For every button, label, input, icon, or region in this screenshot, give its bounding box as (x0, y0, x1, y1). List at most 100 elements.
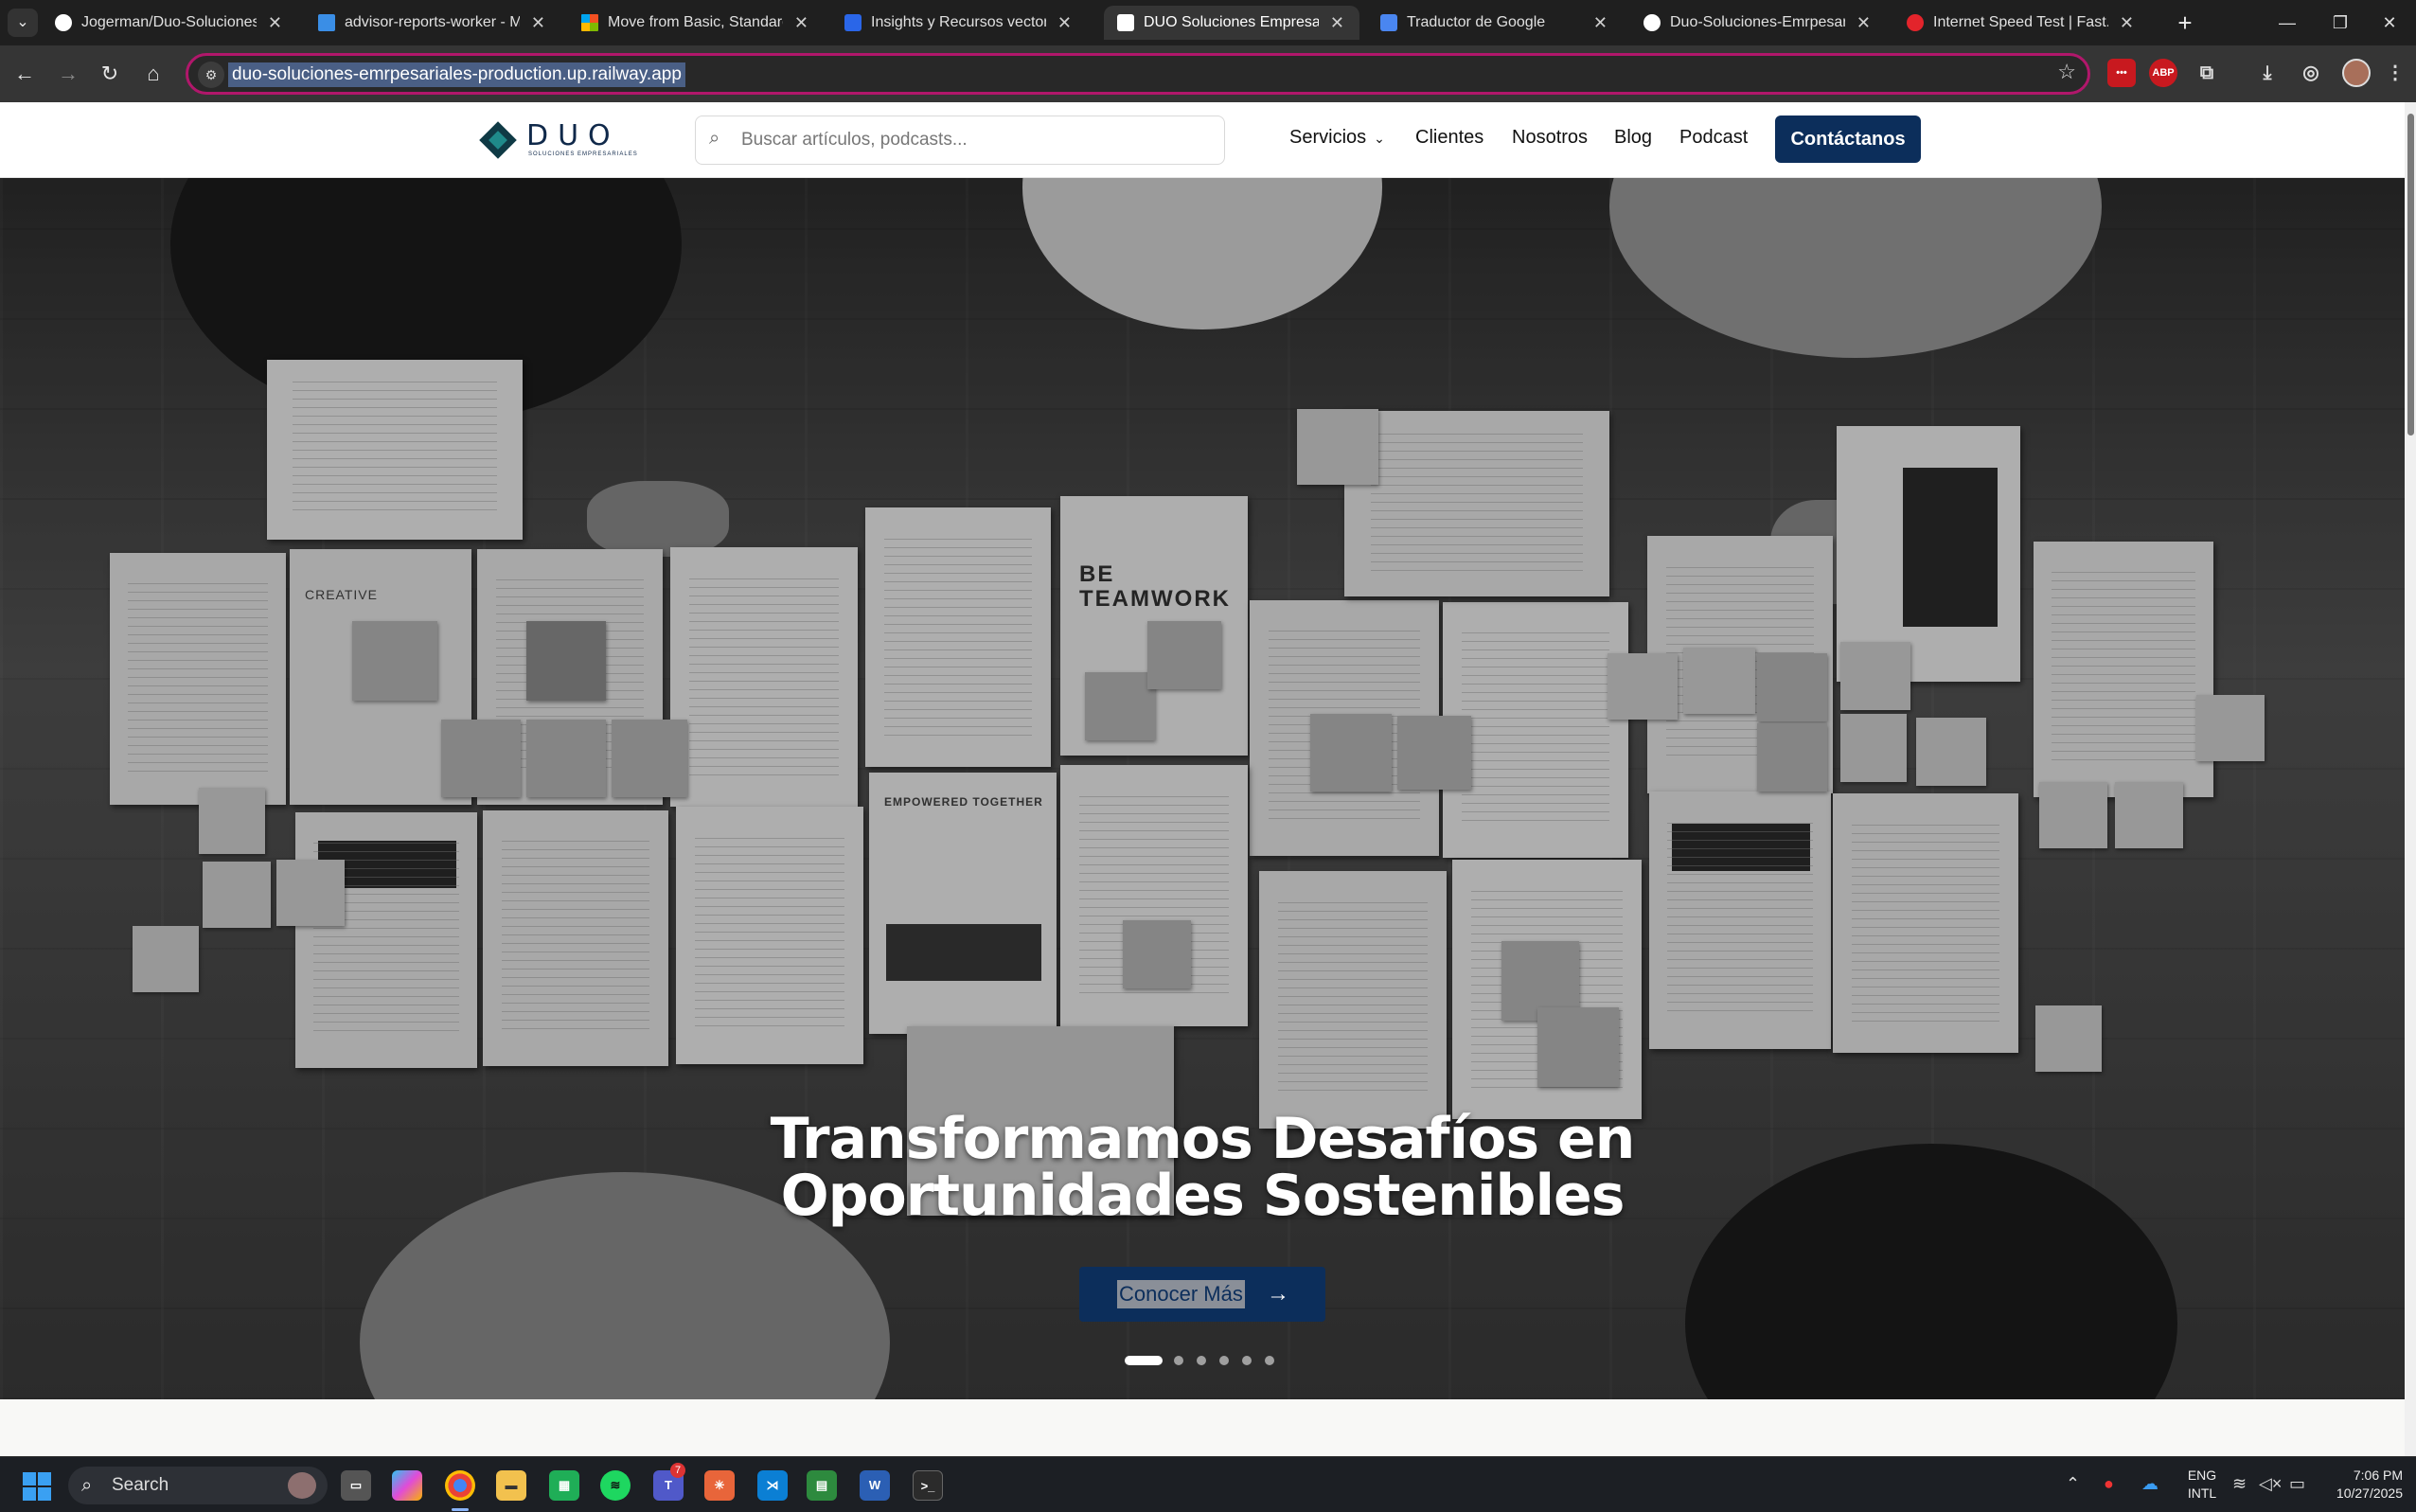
tab-advisor-reports[interactable]: advisor-reports-worker - Mic ✕ (305, 6, 560, 40)
tab-insights-recursos[interactable]: Insights y Recursos vectors, p ✕ (831, 6, 1087, 40)
carousel-dot-6[interactable] (1265, 1356, 1274, 1365)
task-view-icon[interactable]: ▭ (341, 1470, 371, 1501)
volume-muted-icon[interactable]: ◁× (2259, 1474, 2282, 1494)
browser-tab-strip: ⌄ Jogerman/Duo-Soluciones-E ✕ advisor-re… (0, 0, 2416, 45)
duo-logo-subtitle: SOLUCIONES EMPRESARIALES (528, 151, 638, 157)
sheets-icon[interactable]: ▤ (807, 1470, 837, 1501)
close-icon[interactable]: ✕ (1593, 6, 1608, 40)
spotify-icon[interactable]: ≋ (600, 1470, 631, 1501)
restore-button[interactable]: ❐ (2314, 0, 2367, 45)
site-info-icon[interactable]: ⚙ (198, 62, 224, 88)
taskbar-clock[interactable]: 7:06 PM 10/27/2025 (2318, 1467, 2403, 1503)
onedrive-icon[interactable]: ☁ (2141, 1474, 2158, 1494)
minimize-button[interactable]: — (2261, 0, 2314, 45)
tab-move-from-basic[interactable]: Move from Basic, Standard, F ✕ (568, 6, 824, 40)
taskbar-search-label: Search (112, 1475, 169, 1495)
close-icon[interactable]: ✕ (1057, 6, 1072, 40)
chevron-down-icon: ⌄ (1374, 131, 1385, 146)
address-bar[interactable]: ⚙ duo-soluciones-emrpesariales-productio… (186, 53, 2090, 95)
nav-nosotros[interactable]: Nosotros (1512, 127, 1588, 149)
tab-fast-com[interactable]: Internet Speed Test | Fast.com ✕ (1893, 6, 2149, 40)
windows-start-icon[interactable] (23, 1472, 51, 1501)
tab-traductor[interactable]: Traductor de Google ✕ (1367, 6, 1623, 40)
back-button[interactable]: ← (9, 59, 40, 89)
search-icon: ⌕ (81, 1475, 93, 1496)
performance-icon[interactable]: ◎ (2297, 59, 2325, 87)
language-indicator[interactable]: ENG INTL (2183, 1467, 2221, 1503)
nav-blog[interactable]: Blog (1614, 127, 1652, 149)
carousel-dot-3[interactable] (1197, 1356, 1206, 1365)
close-icon[interactable]: ✕ (531, 6, 545, 40)
language-line-1: ENG (2187, 1468, 2217, 1483)
search-input[interactable] (741, 116, 1215, 164)
close-window-button[interactable]: ✕ (2363, 0, 2416, 45)
chrome-icon[interactable] (445, 1470, 475, 1501)
close-icon[interactable]: ✕ (2120, 6, 2134, 40)
excel-like-icon[interactable]: ▦ (549, 1470, 579, 1501)
hero-title-line-2: Oportunidades Sostenibles (780, 1163, 1625, 1229)
carousel-dot-2[interactable] (1174, 1356, 1183, 1365)
tab-title: Internet Speed Test | Fast.com (1933, 14, 2108, 30)
close-icon[interactable]: ✕ (794, 6, 808, 40)
terminal-icon[interactable]: >_ (913, 1470, 943, 1501)
taskbar-search[interactable]: ⌕ Search (68, 1467, 328, 1504)
nav-clientes[interactable]: Clientes (1415, 127, 1483, 149)
freepik-icon (844, 14, 862, 31)
nav-servicios-label: Servicios (1289, 127, 1367, 148)
duo-logo-mark (479, 121, 517, 159)
close-icon[interactable]: ✕ (1856, 6, 1871, 40)
forward-button[interactable]: → (53, 59, 83, 89)
battery-icon[interactable]: ▭ (2289, 1474, 2305, 1494)
duo-logo[interactable]: DUO SOLUCIONES EMPRESARIALES (479, 119, 637, 163)
tab-title: Insights y Recursos vectors, p (871, 14, 1046, 30)
hero-carousel: CREATIVE BE TEAMWORK EMPOWERED TOGETHER (0, 178, 2405, 1399)
active-app-indicator (452, 1508, 469, 1511)
tab-title: advisor-reports-worker - Mic (345, 14, 520, 30)
scrollbar-thumb[interactable] (2407, 114, 2414, 436)
close-icon[interactable]: ✕ (1330, 6, 1344, 40)
adblock-plus-icon[interactable]: ABP (2149, 59, 2177, 87)
tab-search-button[interactable]: ⌄ (8, 9, 38, 37)
file-explorer-icon[interactable]: ▬ (496, 1470, 526, 1501)
address-url[interactable]: duo-soluciones-emrpesariales-production.… (228, 62, 685, 87)
tray-app-icon[interactable]: ● (2104, 1474, 2114, 1494)
tab-title: Traductor de Google (1407, 14, 1546, 30)
downloads-icon[interactable]: ⤓ (2253, 59, 2282, 87)
carousel-dot-5[interactable] (1242, 1356, 1252, 1365)
duo-icon (1117, 14, 1134, 31)
chevron-up-icon[interactable]: ⌃ (2066, 1474, 2080, 1494)
tab-github-duo[interactable]: Jogerman/Duo-Soluciones-E ✕ (42, 6, 297, 40)
wifi-icon[interactable]: ≋ (2232, 1474, 2247, 1494)
next-section (0, 1399, 2405, 1456)
nav-podcast[interactable]: Podcast (1679, 127, 1748, 149)
conocer-mas-button[interactable]: Conocer Más → (1079, 1267, 1325, 1322)
duo-logo-text: DUO (526, 119, 620, 152)
extension-1-icon[interactable]: ••• (2107, 59, 2136, 87)
screen: ⌄ Jogerman/Duo-Soluciones-E ✕ advisor-re… (0, 0, 2416, 1512)
copilot-icon[interactable] (392, 1470, 422, 1501)
site-search[interactable]: ⌕ (695, 116, 1225, 165)
azure-icon (318, 14, 335, 31)
claude-icon[interactable]: ✳ (704, 1470, 735, 1501)
chrome-menu-icon[interactable]: ⋮ (2386, 59, 2405, 87)
tab-duo-github[interactable]: Duo-Soluciones-Emrpesarial ✕ (1630, 6, 1886, 40)
carousel-dot-1[interactable] (1125, 1356, 1163, 1365)
home-button[interactable]: ⌂ (138, 59, 169, 89)
profile-avatar[interactable] (2342, 59, 2371, 87)
close-icon[interactable]: ✕ (268, 6, 282, 40)
bookmark-star-icon[interactable]: ☆ (2057, 60, 2076, 84)
tab-duo-soluciones[interactable]: DUO Soluciones Empresariale ✕ (1104, 6, 1359, 40)
browser-toolbar: ← → ↻ ⌂ ⚙ duo-soluciones-emrpesariales-p… (0, 45, 2416, 102)
carousel-dot-4[interactable] (1219, 1356, 1229, 1365)
reload-button[interactable]: ↻ (95, 59, 125, 89)
vscode-icon[interactable]: ⋊ (757, 1470, 788, 1501)
microsoft-icon (581, 14, 598, 31)
extensions-puzzle-icon[interactable]: ⧉ (2193, 59, 2221, 87)
site-header: DUO SOLUCIONES EMPRESARIALES ⌕ Servicios… (0, 102, 2405, 178)
new-tab-button[interactable]: + (2168, 6, 2202, 40)
word-icon[interactable]: W (860, 1470, 890, 1501)
tab-title: Duo-Soluciones-Emrpesarial (1670, 14, 1845, 30)
nav-servicios[interactable]: Servicios ⌄ (1289, 127, 1385, 149)
contact-button[interactable]: Contáctanos (1775, 116, 1921, 163)
github-icon (1643, 14, 1661, 31)
